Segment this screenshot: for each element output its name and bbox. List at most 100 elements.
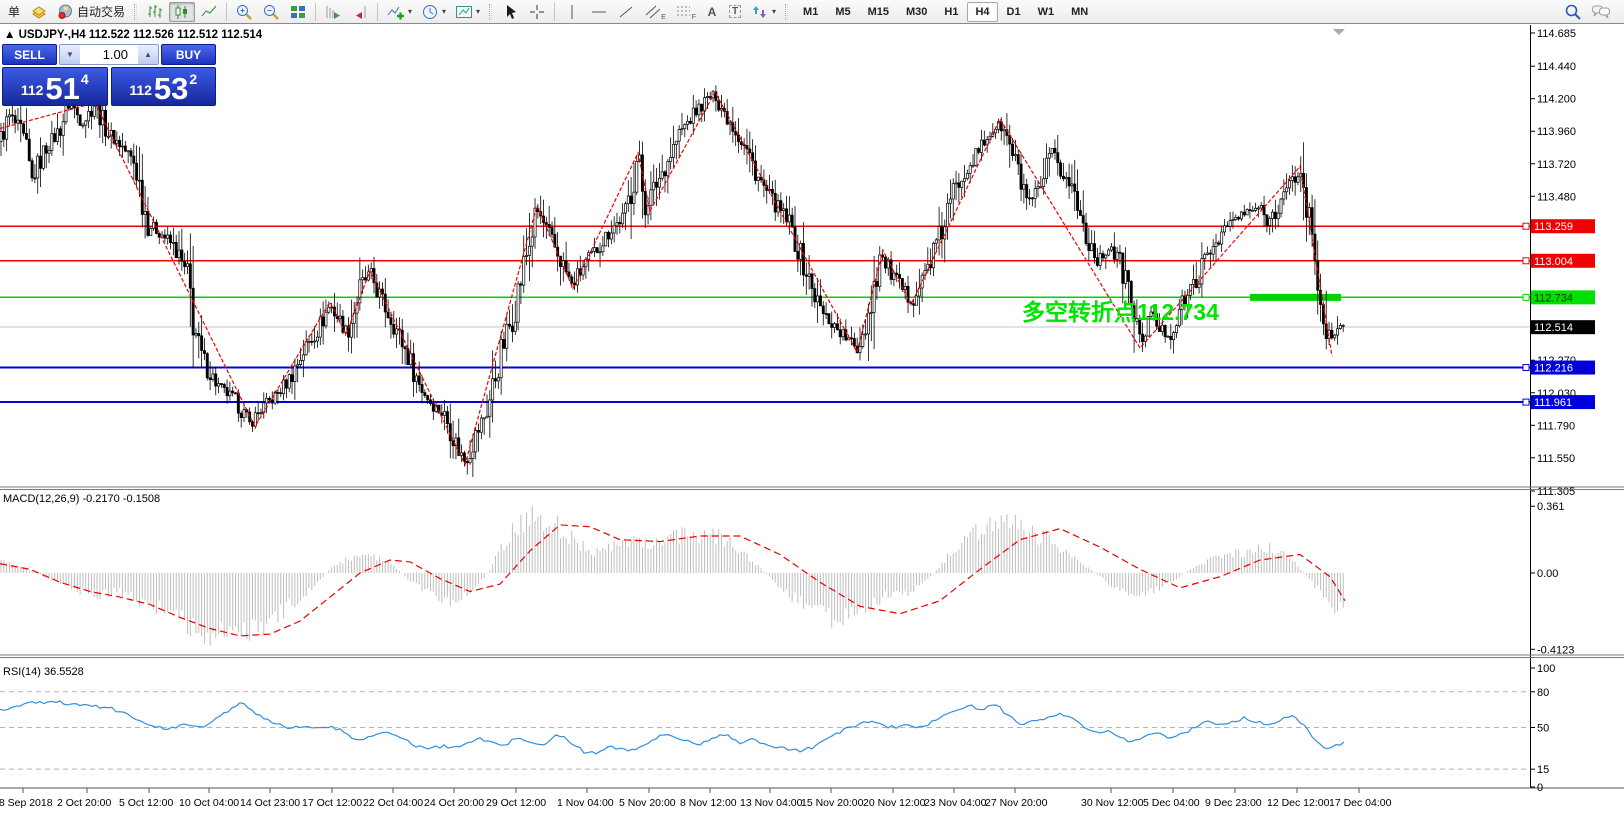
- channel-sub-glyph: E: [661, 13, 666, 21]
- zoom-out-icon: [264, 4, 279, 20]
- timeframe-m5[interactable]: M5: [827, 2, 858, 22]
- buy-button[interactable]: BUY: [161, 44, 216, 65]
- price-tick-label: 114.200: [1537, 94, 1576, 106]
- time-axis-label: 5 Oct 12:00: [119, 797, 173, 809]
- macd-axis-label: -0.4123: [1537, 644, 1574, 656]
- rsi-pane: 100 80 50 15 0 RSI(14) 36.5528: [0, 663, 1555, 794]
- timeframe-group: M1 M5 M15 M30 H1 H4 D1 W1 MN: [795, 1, 1096, 22]
- trendline-icon: [619, 6, 633, 17]
- buy-price-big: 53: [153, 70, 189, 106]
- sell-price-sup: 4: [80, 71, 89, 87]
- zoom-in-button[interactable]: [231, 2, 257, 22]
- search-button[interactable]: [1560, 2, 1586, 22]
- line-chart-button[interactable]: [196, 2, 222, 22]
- volume-increase-button[interactable]: ▲: [138, 45, 158, 64]
- chat-button[interactable]: [1587, 2, 1615, 22]
- macd-pane: 0.361 0.00 -0.4123 MACD(12,26,9) -0.2170 -0…: [0, 493, 1574, 656]
- crosshair-button[interactable]: [524, 2, 550, 22]
- time-axis-label: 20 Nov 12:00: [863, 797, 926, 809]
- volume-down-icon: ▼: [66, 50, 74, 59]
- toolbar-drag-handle[interactable]: [134, 3, 138, 20]
- toolbar-separator: [226, 2, 228, 21]
- sell-button[interactable]: SELL: [2, 44, 57, 65]
- sell-price-box[interactable]: 112 51 4: [2, 67, 108, 106]
- sell-button-label: SELL: [14, 47, 45, 62]
- fibonacci-button[interactable]: F: [671, 2, 700, 22]
- channel-icon: [645, 5, 661, 18]
- candlestick-chart-button[interactable]: [169, 1, 196, 22]
- time-axis-label: 2 Oct 20:00: [57, 797, 111, 809]
- templates-button[interactable]: ▾: [451, 2, 484, 22]
- price-level-badge-label: 111.961: [1534, 397, 1572, 409]
- search-icon: [1565, 4, 1581, 20]
- arrows-button[interactable]: ▾: [747, 2, 780, 22]
- price-axis: 114.685 114.440 114.200 113.960 113.720 113.4…: [1522, 25, 1595, 788]
- text-label-button[interactable]: T: [724, 2, 746, 22]
- indicators-icon: [387, 6, 405, 19]
- timeframe-mn[interactable]: MN: [1063, 2, 1096, 22]
- text-button[interactable]: A: [701, 2, 723, 22]
- time-axis-label: 27 Nov 20:00: [985, 797, 1048, 809]
- time-axis-label: 15 Nov 20:00: [801, 797, 864, 809]
- timeframe-h4[interactable]: H4: [967, 1, 998, 22]
- auto-scroll-icon: [326, 5, 341, 19]
- rsi-axis-label: 100: [1537, 663, 1555, 675]
- bar-chart-button[interactable]: [142, 2, 168, 22]
- equidistant-channel-button[interactable]: E: [640, 2, 670, 22]
- cursor-button[interactable]: [497, 2, 523, 22]
- rsi-indicator-label: RSI(14) 36.5528: [3, 666, 84, 678]
- time-axis-label: 1 Nov 04:00: [557, 797, 614, 809]
- price-tick-label: 111.790: [1537, 420, 1575, 432]
- volume-decrease-button[interactable]: ▼: [60, 45, 80, 64]
- main-toolbar: 单 自动交易 ▾ ▾ ▾ E F A T ▾ M1 M5 M15 M30 H1 …: [0, 0, 1624, 24]
- timeframe-m1[interactable]: M1: [795, 2, 826, 22]
- timeframe-d1[interactable]: D1: [999, 2, 1029, 22]
- periods-dropdown-caret[interactable]: ▾: [442, 7, 446, 16]
- order-book-button[interactable]: [26, 2, 52, 22]
- horizontal-line-button[interactable]: [586, 2, 612, 22]
- candlestick-icon: [175, 4, 188, 19]
- buy-price-sup: 2: [189, 71, 198, 87]
- price-tick-label: 111.305: [1537, 486, 1575, 498]
- candlesticks: [0, 85, 1345, 478]
- volume-stepper: ▼ 1.00 ▲: [59, 44, 159, 65]
- chart-shift-icon: [356, 5, 366, 19]
- price-tick-label: 113.480: [1537, 191, 1576, 203]
- toolbar-drag-handle[interactable]: [785, 3, 789, 20]
- timeframe-w1[interactable]: W1: [1030, 2, 1063, 22]
- toolbar-separator: [377, 2, 379, 21]
- timeframe-m30[interactable]: M30: [898, 2, 935, 22]
- trendline-button[interactable]: [613, 2, 639, 22]
- chart-window[interactable]: 多空转折点112.734 ▲ USDJPY-,H4 112.522 112.526…: [0, 25, 1624, 812]
- price-tick-label: 113.720: [1537, 159, 1576, 171]
- time-axis-label: 22 Oct 04:00: [363, 797, 423, 809]
- time-axis-label: 5 Nov 20:00: [619, 797, 676, 809]
- horizontal-line-icon: [592, 11, 607, 12]
- toolbar-drag-handle[interactable]: [489, 3, 493, 20]
- time-axis-label: 9 Dec 23:00: [1205, 797, 1262, 809]
- autotrading-button[interactable]: 自动交易: [53, 2, 129, 22]
- timeframe-m15[interactable]: M15: [860, 2, 897, 22]
- templates-dropdown-caret[interactable]: ▾: [476, 7, 480, 16]
- zoom-out-button[interactable]: [258, 2, 284, 22]
- arrows-dropdown-caret[interactable]: ▾: [772, 7, 776, 16]
- volume-input[interactable]: 1.00: [80, 45, 138, 64]
- new-order-button[interactable]: 单: [3, 2, 25, 22]
- indicators-dropdown-caret[interactable]: ▾: [408, 7, 412, 16]
- buy-price-box[interactable]: 112 53 2: [110, 67, 216, 106]
- one-click-trading-panel: SELL ▼ 1.00 ▲ BUY 112 51 4 112 53 2: [2, 44, 216, 106]
- indicators-button[interactable]: ▾: [382, 2, 416, 22]
- highlighted-level-segment: [1250, 293, 1341, 301]
- timeframe-h1[interactable]: H1: [936, 2, 966, 22]
- price-level-badge-label: 112.514: [1534, 322, 1573, 334]
- chart-shift-button[interactable]: [347, 2, 373, 22]
- price-level-badge-label: 112.216: [1534, 363, 1573, 375]
- sell-price-big: 51: [45, 70, 80, 106]
- chart-canvas[interactable]: 多空转折点112.734 ▲ USDJPY-,H4 112.522 112.526…: [0, 25, 1624, 812]
- time-axis: 28 Sep 2018 2 Oct 20:00 5 Oct 12:00 10 Oct …: [0, 788, 1392, 809]
- auto-scroll-button[interactable]: [320, 2, 346, 22]
- price-level-badge-label: 113.259: [1534, 221, 1573, 233]
- periods-button[interactable]: ▾: [417, 2, 450, 22]
- vertical-line-button[interactable]: [559, 2, 585, 22]
- tile-windows-button[interactable]: [285, 2, 311, 22]
